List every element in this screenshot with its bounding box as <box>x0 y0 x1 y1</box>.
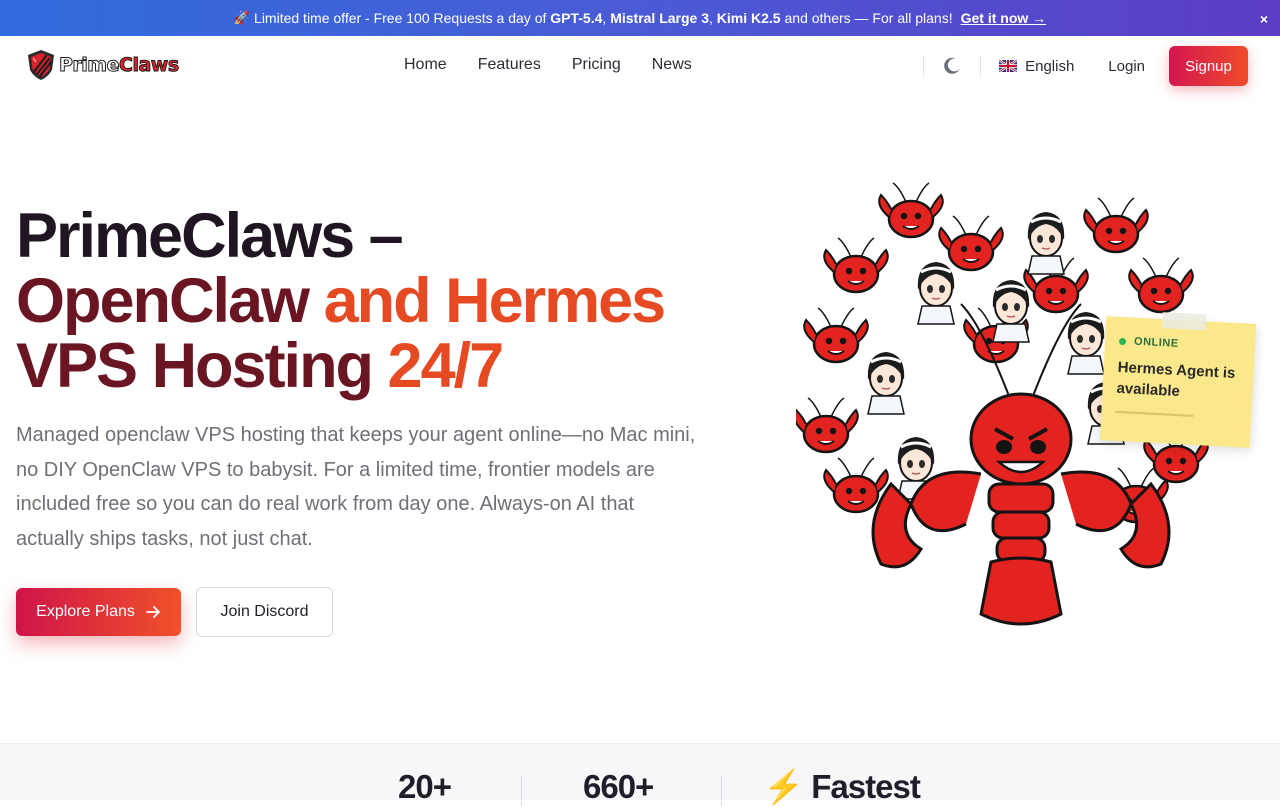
promo-text: Limited time offer - Free 100 Requests a… <box>254 10 953 26</box>
explore-plans-button[interactable]: Explore Plans <box>16 588 181 636</box>
nav-link-features[interactable]: Features <box>478 56 541 74</box>
hero-description: Managed openclaw VPS hosting that keeps … <box>16 424 696 550</box>
hero-title: PrimeClaws – OpenClaw and Hermes VPS Hos… <box>16 204 716 399</box>
brand-logo[interactable]: PrimeClaws <box>24 48 180 82</box>
note-message: Hermes Agent is available <box>1116 358 1236 401</box>
moon-icon <box>944 57 960 74</box>
note-rule <box>1115 410 1194 417</box>
stat-count-2: 660+ <box>583 768 654 805</box>
join-discord-button[interactable]: Join Discord <box>196 587 333 637</box>
nav-link-news[interactable]: News <box>652 56 692 74</box>
theme-toggle-button[interactable] <box>924 56 980 76</box>
stat-count-1: 20+ <box>398 768 452 805</box>
arrow-right-icon <box>145 606 160 618</box>
hero-title-line-1: PrimeClaws – <box>16 201 404 271</box>
tape <box>1161 312 1207 331</box>
language-selector[interactable]: English <box>981 58 1092 75</box>
hero-title-line-2: OpenClaw and Hermes <box>16 266 666 336</box>
promo-model-mistral: Mistral Large 3 <box>610 10 710 26</box>
status-dot-icon <box>1118 337 1127 345</box>
explore-plans-label: Explore Plans <box>36 603 135 620</box>
main-nav: Home Features Pricing News <box>404 56 723 74</box>
login-link[interactable]: Login <box>1108 58 1145 75</box>
nav-actions: English Login Signup <box>923 46 1248 86</box>
language-label: English <box>1025 57 1075 75</box>
stats-band: 20+ 660+ ⚡ Fastest <box>0 743 1280 806</box>
close-icon[interactable]: × <box>1260 11 1268 27</box>
nav-link-home[interactable]: Home <box>404 56 447 74</box>
promo-banner: 🚀 Limited time offer - Free 100 Requests… <box>0 0 1280 36</box>
stat-fastest: ⚡ Fastest <box>763 768 921 805</box>
online-status: ONLINE <box>1118 335 1241 353</box>
stat-divider <box>521 776 522 806</box>
nav-link-pricing[interactable]: Pricing <box>572 56 621 74</box>
promo-model-gpt: GPT-5.4 <box>550 10 603 26</box>
promo-model-kimi: Kimi K2.5 <box>716 10 781 26</box>
stat-divider <box>721 776 722 806</box>
uk-flag-icon <box>999 60 1018 72</box>
hero-title-line-3: VPS Hosting 24/7 <box>16 331 504 401</box>
claw-shield-icon <box>28 50 54 80</box>
navbar: PrimeClaws Home Features Pricing News En… <box>0 36 1280 98</box>
promo-cta-link[interactable]: Get it now → <box>961 10 1047 26</box>
brand-name: PrimeClaws <box>59 54 180 77</box>
sticky-note: ONLINE Hermes Agent is available <box>1099 312 1257 448</box>
signup-button[interactable]: Signup <box>1169 46 1248 86</box>
rocket-icon: 🚀 <box>233 10 251 25</box>
